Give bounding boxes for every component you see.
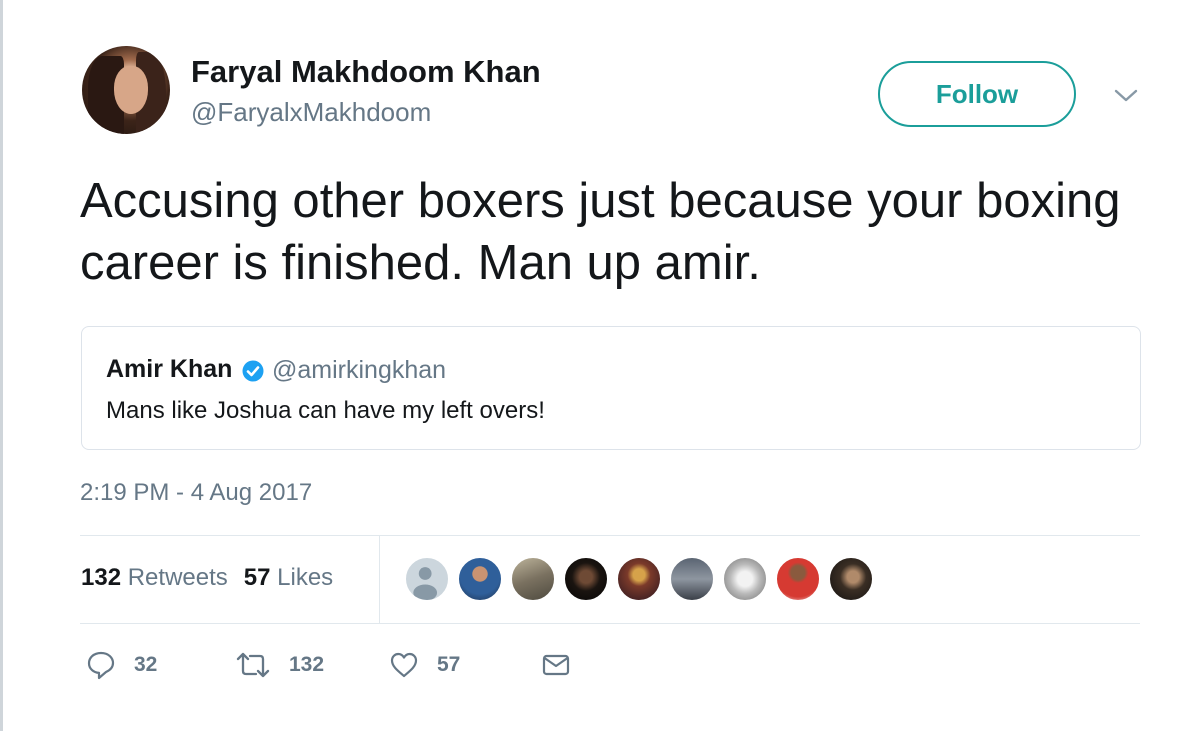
quoted-tweet-text: Mans like Joshua can have my left overs! bbox=[106, 397, 545, 424]
author-name[interactable]: Faryal Makhdoom Khan bbox=[191, 54, 541, 90]
tweet-timestamp[interactable]: 2:19 PM - 4 Aug 2017 bbox=[80, 479, 312, 507]
reply-count: 32 bbox=[134, 653, 158, 676]
divider bbox=[80, 623, 1140, 624]
engagement-stats: 132 Retweets 57 Likes bbox=[81, 564, 333, 592]
heart-icon bbox=[390, 652, 418, 678]
liker-avatar[interactable] bbox=[616, 556, 662, 602]
liker-avatar[interactable] bbox=[828, 556, 874, 602]
author-handle[interactable]: @FaryalxMakhdoom bbox=[191, 97, 431, 128]
liker-avatar[interactable] bbox=[457, 556, 503, 602]
likes-stat[interactable]: 57 Likes bbox=[244, 564, 333, 591]
verified-badge-icon bbox=[242, 360, 264, 382]
like-count: 57 bbox=[437, 653, 461, 676]
direct-message-action[interactable] bbox=[541, 650, 571, 680]
retweet-count: 132 bbox=[289, 653, 325, 676]
likes-count: 57 bbox=[243, 564, 271, 591]
retweets-stat[interactable]: 132 Retweets bbox=[81, 564, 228, 591]
tweet-text: Accusing other boxers just because your … bbox=[80, 174, 1121, 290]
author-avatar[interactable] bbox=[82, 46, 170, 134]
liker-avatar-default[interactable] bbox=[404, 556, 450, 602]
retweet-icon bbox=[236, 652, 270, 678]
quoted-author-name: Amir Khan bbox=[106, 355, 233, 383]
likes-label: Likes bbox=[277, 564, 334, 591]
like-action[interactable]: 57 bbox=[389, 650, 460, 680]
chevron-down-icon[interactable] bbox=[1113, 84, 1139, 106]
liker-avatar[interactable] bbox=[669, 556, 715, 602]
reply-icon bbox=[87, 651, 115, 680]
liker-avatar[interactable] bbox=[510, 556, 556, 602]
envelope-icon bbox=[542, 654, 570, 676]
quoted-tweet[interactable]: Amir Khan @amirkingkhan Mans like Joshua… bbox=[81, 326, 1141, 450]
retweets-label: Retweets bbox=[127, 564, 228, 591]
quoted-author-handle: @amirkingkhan bbox=[272, 356, 447, 384]
follow-button[interactable]: Follow bbox=[878, 61, 1076, 127]
reply-action[interactable]: 32 bbox=[86, 650, 157, 680]
tweet-card: Faryal Makhdoom Khan @FaryalxMakhdoom Fo… bbox=[0, 0, 1200, 731]
liker-avatar[interactable] bbox=[722, 556, 768, 602]
divider bbox=[379, 536, 380, 623]
retweets-count: 132 bbox=[81, 564, 122, 591]
liker-avatar[interactable] bbox=[775, 556, 821, 602]
divider bbox=[80, 535, 1140, 536]
retweet-action[interactable]: 132 bbox=[235, 650, 324, 680]
liker-avatar[interactable] bbox=[563, 556, 609, 602]
